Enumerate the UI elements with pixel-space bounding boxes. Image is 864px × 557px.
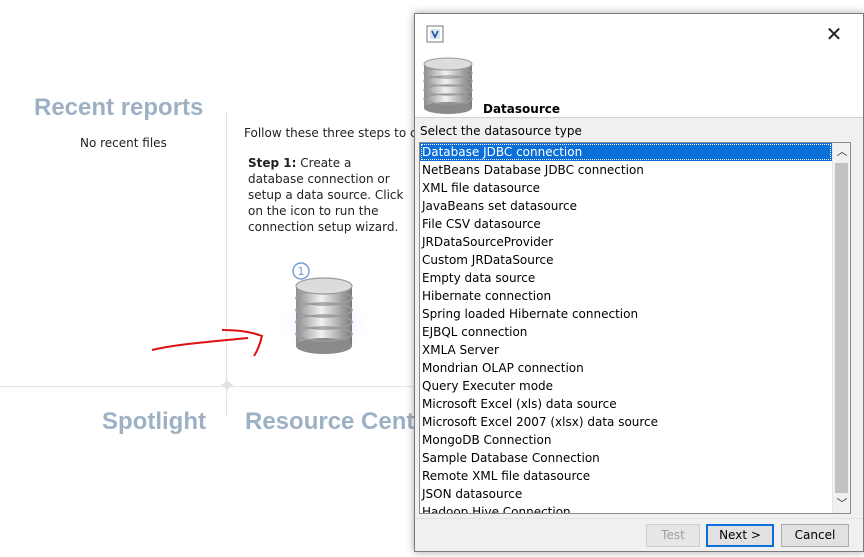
list-item[interactable]: JavaBeans set datasource [420, 197, 832, 215]
scroll-down-icon[interactable]: ﹀ [833, 495, 850, 513]
step-one-text: Step 1: Create a database connection or … [248, 155, 408, 235]
scroll-up-icon[interactable]: ︿ [833, 143, 850, 161]
list-item[interactable]: EJBQL connection [420, 323, 832, 341]
list-item[interactable]: Mondrian OLAP connection [420, 359, 832, 377]
test-button[interactable]: Test [646, 524, 700, 547]
cancel-button[interactable]: Cancel [781, 524, 849, 547]
step-label: Step 1: [248, 156, 297, 170]
column-divider [226, 112, 227, 417]
jasper-app-icon [426, 25, 444, 43]
footer-divider [415, 518, 863, 519]
dialog-header: Datasource [415, 54, 863, 118]
dialog-titlebar[interactable]: ✕ [415, 14, 863, 54]
datasource-prompt: Select the datasource type [420, 124, 582, 138]
next-button[interactable]: Next > [706, 524, 774, 547]
list-item[interactable]: Hibernate connection [420, 287, 832, 305]
datasource-type-list[interactable]: Database JDBC connection NetBeans Databas… [419, 142, 851, 514]
list-item[interactable]: NetBeans Database JDBC connection [420, 161, 832, 179]
list-item[interactable]: Empty data source [420, 269, 832, 287]
spotlight-heading: Spotlight [102, 408, 206, 435]
step-number-icon: 1 [298, 265, 305, 278]
resource-center-heading: Resource Cent [245, 408, 415, 435]
scrollbar-thumb[interactable] [835, 163, 848, 493]
list-item[interactable]: JSON datasource [420, 485, 832, 503]
list-item[interactable]: Database JDBC connection [420, 143, 832, 161]
vertical-scrollbar[interactable]: ︿ ﹀ [832, 143, 850, 513]
list-item[interactable]: File CSV datasource [420, 215, 832, 233]
list-item[interactable]: Remote XML file datasource [420, 467, 832, 485]
list-item[interactable]: Sample Database Connection [420, 449, 832, 467]
list-items: Database JDBC connection NetBeans Databas… [420, 143, 832, 513]
list-item[interactable]: MongoDB Connection [420, 431, 832, 449]
list-item[interactable]: XML file datasource [420, 179, 832, 197]
list-item[interactable]: Hadoop Hive Connection [420, 503, 832, 513]
annotation-arrow [151, 329, 264, 357]
list-item[interactable]: Spring loaded Hibernate connection [420, 305, 832, 323]
list-item[interactable]: Microsoft Excel 2007 (xlsx) data source [420, 413, 832, 431]
list-item[interactable]: Custom JRDataSource [420, 251, 832, 269]
intro-text: Follow these three steps to cr [244, 126, 422, 140]
row-divider [0, 386, 420, 387]
dialog-title: Datasource [483, 102, 560, 116]
divider-star-icon: ✦ [217, 374, 237, 399]
list-item[interactable]: Query Executer mode [420, 377, 832, 395]
list-item[interactable]: JRDataSourceProvider [420, 233, 832, 251]
close-icon[interactable]: ✕ [819, 20, 849, 48]
datasource-dialog: ✕ Datasource Select the datasource type … [414, 13, 864, 552]
database-wizard-icon[interactable]: 1 [276, 262, 372, 362]
no-recent-files-label: No recent files [80, 136, 167, 150]
database-icon [423, 57, 473, 114]
list-item[interactable]: Microsoft Excel (xls) data source [420, 395, 832, 413]
list-item[interactable]: XMLA Server [420, 341, 832, 359]
recent-reports-heading: Recent reports [34, 94, 204, 121]
